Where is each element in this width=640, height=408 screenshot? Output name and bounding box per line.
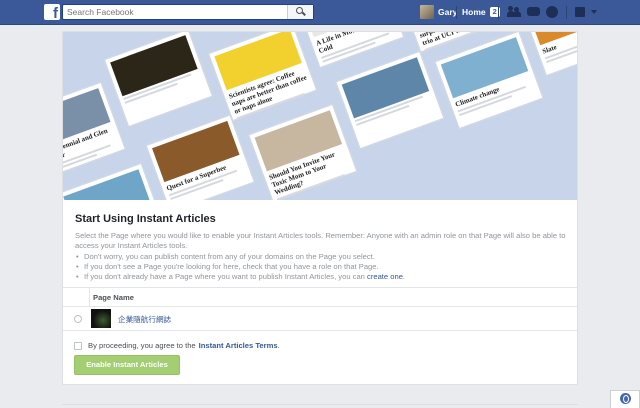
terms-link[interactable]: Instant Articles Terms (199, 341, 278, 350)
friend-requests-icon[interactable] (507, 6, 521, 18)
notifications-icon[interactable] (546, 6, 558, 18)
nav-divider (498, 6, 499, 19)
page-radio[interactable] (74, 315, 82, 323)
account-menu-chevron-down-icon[interactable] (591, 10, 597, 14)
instant-articles-setup-card: Gay Millennial and Glen GranderScientist… (62, 31, 578, 385)
hero-article-collage: Gay Millennial and Glen GranderScientist… (63, 32, 577, 200)
messages-icon[interactable] (527, 7, 540, 16)
article-tile (103, 32, 213, 128)
facebook-logo-icon[interactable]: f (44, 4, 60, 21)
agreement-text: By proceeding, you agree to the (88, 341, 196, 350)
search-button[interactable] (287, 5, 313, 19)
agreement-suffix: . (277, 341, 280, 350)
article-tile: Should You Invite Your Toxic Mom to Your… (248, 103, 358, 200)
home-link[interactable]: Home 2 (462, 7, 500, 17)
article-tile: Quest for a Superbee (145, 114, 255, 200)
article-tile: Climate change (434, 32, 544, 130)
page-name-link[interactable]: 企業隨航行網誌 (118, 314, 171, 325)
tip-item: Don't worry, you can publish content fro… (75, 252, 571, 262)
setup-instructions: Start Using Instant Articles Select the … (75, 213, 571, 282)
search-box (62, 4, 314, 20)
avatar (420, 5, 434, 19)
page-thumbnail (91, 309, 111, 328)
column-header-page-name: Page Name (93, 293, 134, 302)
user-name: Gary (438, 7, 458, 17)
pages-table-header: Page Name (63, 287, 577, 307)
search-input[interactable] (63, 5, 283, 19)
tip-text: If you don't already have a Page where y… (84, 272, 365, 281)
nav-divider (566, 6, 567, 19)
terms-checkbox[interactable] (74, 341, 82, 350)
top-navigation-bar: f Gary Home 2 (0, 0, 640, 25)
tip-item: If you don't see a Page you're looking f… (75, 262, 571, 272)
nav-divider (456, 6, 457, 19)
column-divider (89, 288, 90, 307)
tip-suffix: . (402, 272, 406, 281)
page-title: Start Using Instant Articles (75, 213, 216, 225)
table-row[interactable]: 企業隨航行網誌 (63, 307, 577, 331)
article-tile: Scientists agree: Coffee naps are better… (207, 32, 318, 122)
search-icon (296, 7, 303, 14)
tips-list: Don't worry, you can publish content fro… (75, 252, 571, 282)
article-tile: How to Stop Fearing (63, 162, 167, 200)
footer-divider (62, 404, 578, 405)
article-image (63, 169, 151, 200)
description: Select the Page where you would like to … (75, 231, 566, 250)
terms-agreement: By proceeding, you agree to the Instant … (74, 341, 280, 350)
profile-link[interactable]: Gary (420, 5, 457, 19)
globe-icon[interactable] (620, 393, 631, 404)
article-tiles: Gay Millennial and Glen GranderScientist… (63, 32, 577, 200)
tip-item: If you don't already have a Page where y… (75, 272, 571, 282)
create-page-link[interactable]: create one (367, 272, 403, 281)
home-label: Home (462, 7, 486, 17)
article-tile (335, 50, 445, 150)
quick-help-icon[interactable] (575, 7, 585, 17)
enable-instant-articles-button[interactable]: Enable Instant Articles (74, 355, 180, 375)
